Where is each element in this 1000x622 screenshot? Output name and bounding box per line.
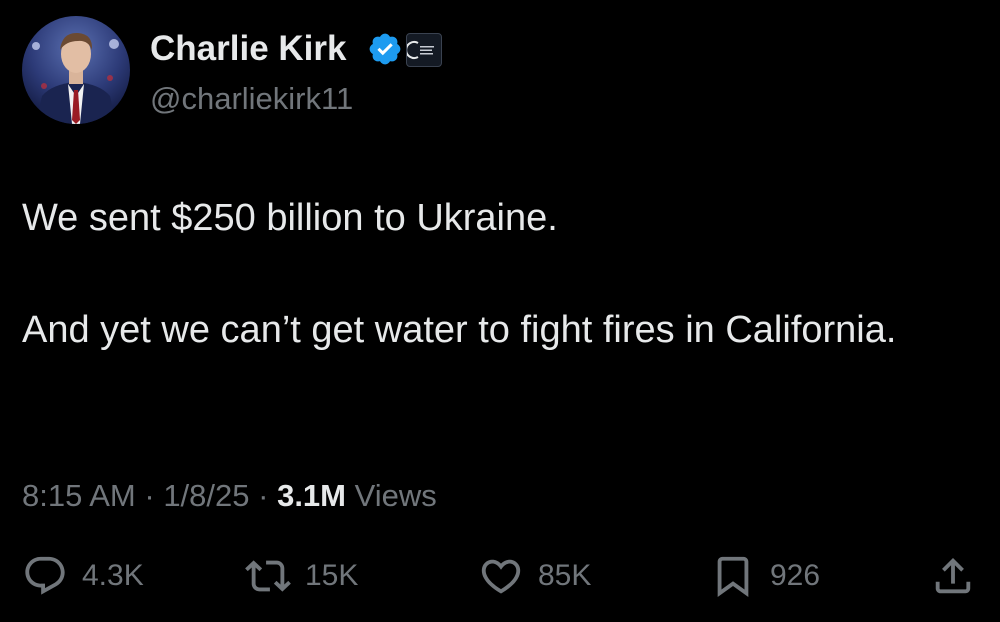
repost-count: 15K — [305, 559, 359, 592]
views-label: Views — [346, 478, 437, 513]
repost-icon — [245, 560, 291, 592]
separator: · — [249, 478, 278, 513]
like-button[interactable]: 85K — [478, 553, 591, 599]
display-name[interactable]: Charlie Kirk — [150, 28, 346, 70]
user-handle[interactable]: @charliekirk11 — [150, 80, 353, 118]
tweet-text-paragraph-1: We sent $250 billion to Ukraine. — [22, 197, 558, 239]
views-count: 3.1M — [277, 478, 346, 513]
avatar-image — [22, 16, 130, 124]
repost-button[interactable]: 15K — [245, 553, 358, 599]
tweet-metadata: 8:15 AM · 1/8/25 · 3.1M Views — [22, 476, 437, 516]
bookmark-count: 926 — [770, 559, 821, 592]
tweet-date[interactable]: 1/8/25 — [163, 478, 249, 513]
reply-button[interactable]: 4.3K — [22, 553, 144, 599]
bookmark-button[interactable]: 926 — [710, 553, 820, 599]
bookmark-icon — [717, 556, 749, 597]
share-icon — [935, 557, 971, 594]
organization-affiliate-badge-icon[interactable] — [406, 33, 442, 67]
tweet-text-paragraph-2: And yet we can’t get water to fight fire… — [22, 309, 897, 351]
separator: · — [135, 478, 164, 513]
reply-count: 4.3K — [82, 559, 144, 592]
reply-icon — [25, 556, 65, 595]
avatar[interactable] — [22, 16, 130, 124]
tweet-time[interactable]: 8:15 AM — [22, 478, 136, 513]
like-count: 85K — [538, 559, 592, 592]
verified-badge-icon[interactable] — [367, 31, 403, 67]
heart-icon — [481, 559, 521, 594]
share-button[interactable] — [930, 553, 976, 599]
